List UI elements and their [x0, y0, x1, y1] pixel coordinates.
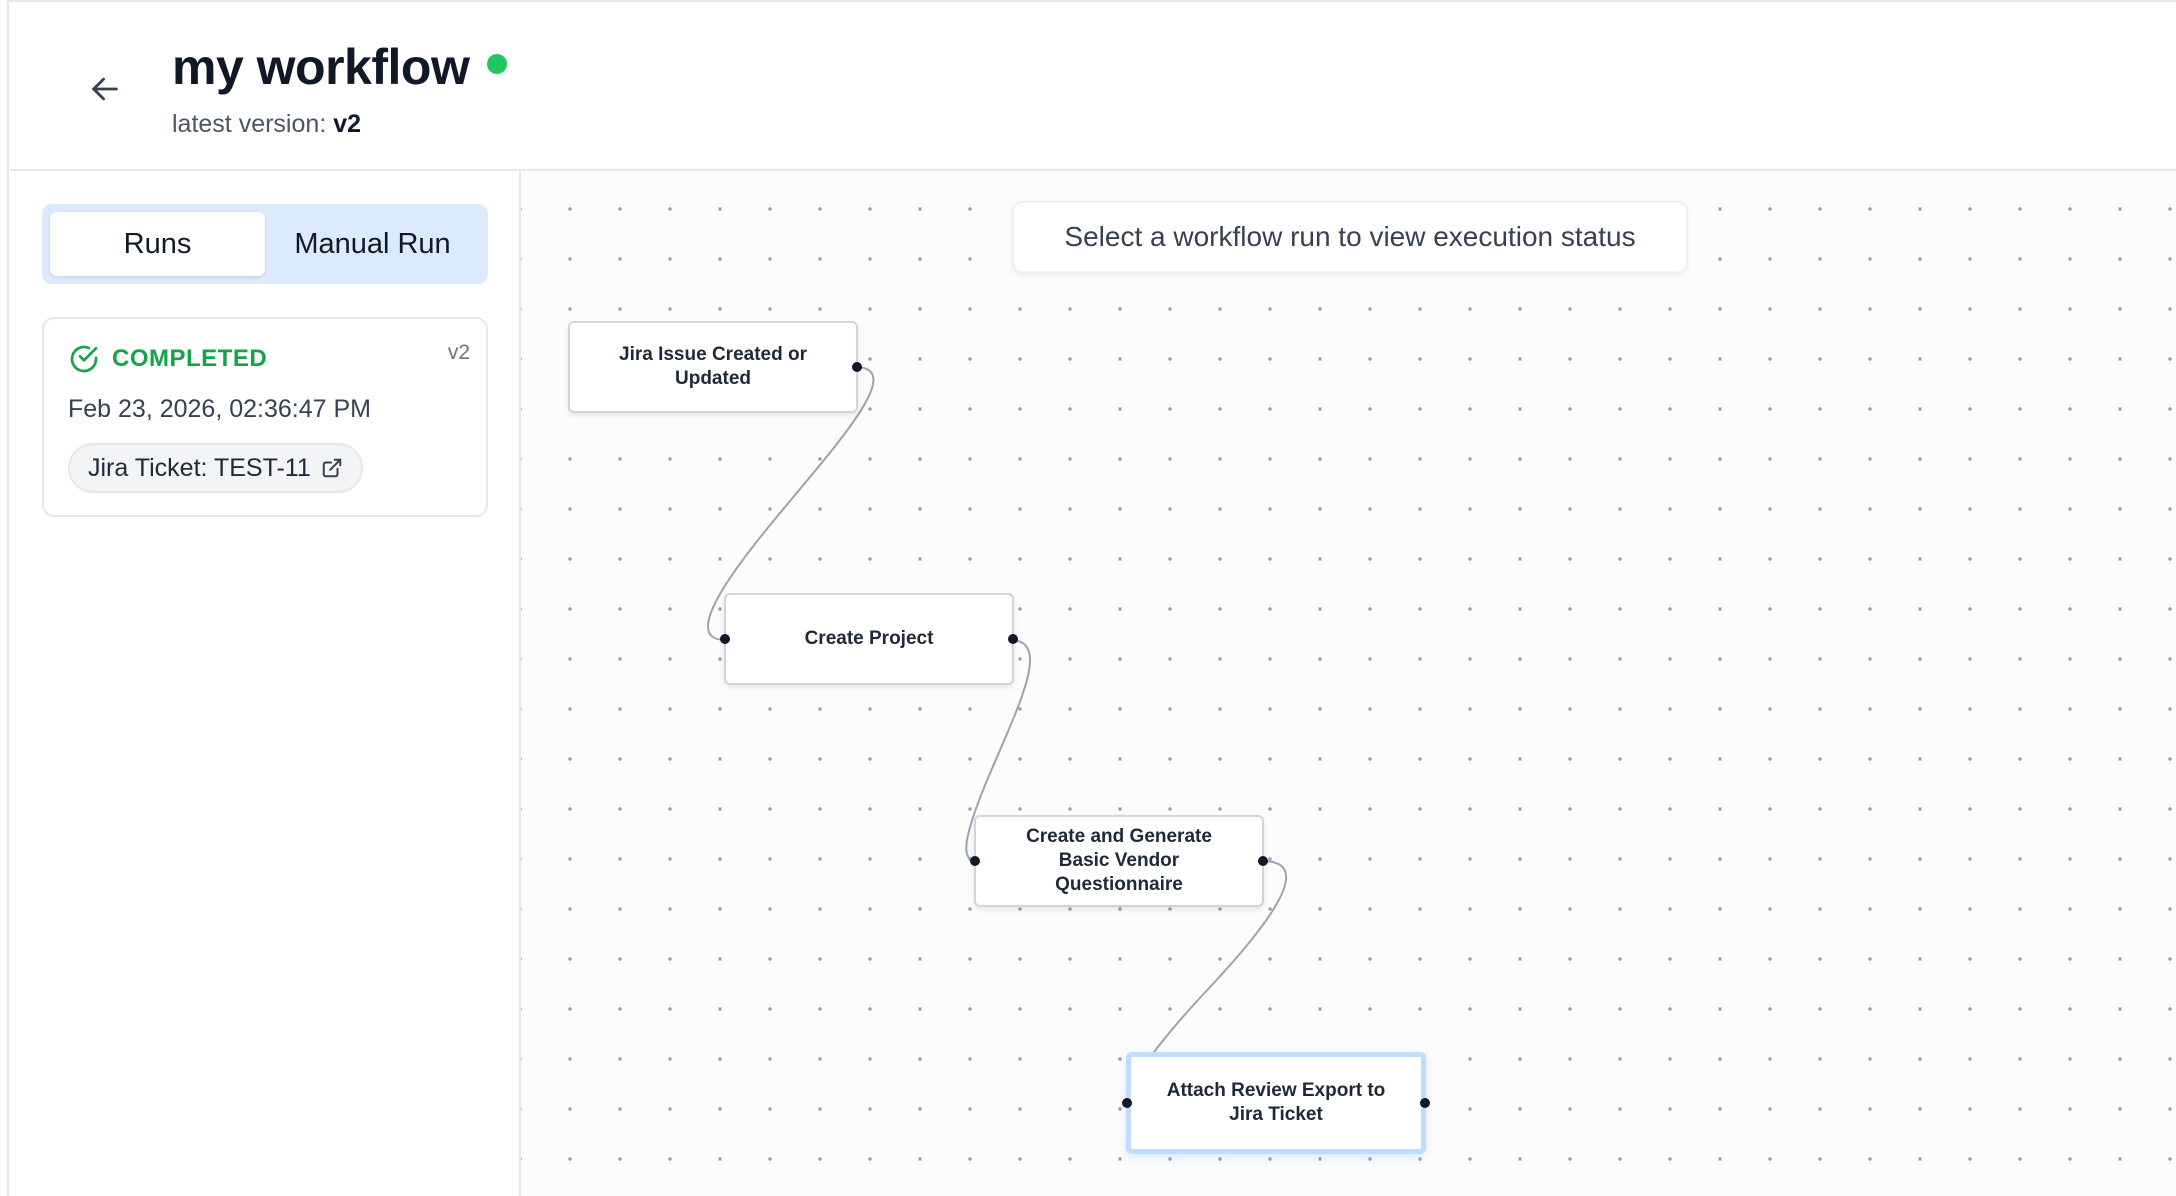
- input-handle[interactable]: [1122, 1098, 1132, 1108]
- workflow-node-attach-export[interactable]: Attach Review Export to Jira Ticket: [1122, 1052, 1430, 1154]
- run-card[interactable]: COMPLETED v2 Feb 23, 2026, 02:36:47 PM J…: [42, 317, 488, 517]
- input-handle[interactable]: [970, 856, 980, 866]
- version-label: latest version:: [172, 110, 327, 138]
- jira-ticket-link[interactable]: Jira Ticket: TEST-11: [68, 443, 363, 493]
- tab-runs[interactable]: Runs: [50, 212, 265, 276]
- run-status-label: COMPLETED: [112, 345, 268, 372]
- run-status: COMPLETED: [68, 343, 267, 375]
- arrow-left-icon: [92, 77, 118, 101]
- page-title: my workflow: [172, 39, 470, 95]
- node-label: Create Project: [804, 628, 934, 649]
- output-handle[interactable]: [1008, 634, 1018, 644]
- output-handle[interactable]: [1258, 856, 1268, 866]
- workflow-node-jira-trigger[interactable]: Jira Issue Created or Updated: [568, 321, 862, 413]
- node-label: Create and Generate Basic Vendor Questio…: [1026, 826, 1212, 895]
- version-value: v2: [333, 110, 362, 138]
- latest-version: latest version: v2: [172, 110, 507, 139]
- node-label: Attach Review Export to Jira Ticket: [1166, 1080, 1386, 1125]
- title-block: my workflow latest version: v2: [172, 36, 508, 139]
- node-label: Jira Issue Created or Updated: [619, 344, 807, 389]
- input-handle[interactable]: [720, 634, 730, 644]
- workflow-node-vendor-questionnaire[interactable]: Create and Generate Basic Vendor Questio…: [970, 815, 1268, 907]
- runs-sidebar: Runs Manual Run COMPLETED v2 Feb 23, 202…: [10, 171, 521, 1196]
- execution-status-hint: Select a workflow run to view execution …: [1012, 201, 1688, 273]
- workflow-node-create-project[interactable]: Create Project: [720, 593, 1018, 685]
- workflow-canvas[interactable]: Select a workflow run to view execution …: [521, 171, 2176, 1196]
- run-version: v2: [447, 341, 470, 364]
- sidebar-tabs: Runs Manual Run: [42, 204, 488, 284]
- check-circle-icon: [70, 345, 98, 373]
- output-handle[interactable]: [852, 362, 862, 372]
- run-timestamp: Feb 23, 2026, 02:36:47 PM: [68, 395, 371, 423]
- active-status-dot: [487, 54, 508, 74]
- external-link-icon: [322, 458, 342, 478]
- page-header: my workflow latest version: v2: [10, 2, 2176, 171]
- tab-manual-run[interactable]: Manual Run: [265, 212, 480, 276]
- back-button[interactable]: [72, 62, 138, 116]
- left-border: [0, 0, 9, 1196]
- ticket-label: Jira Ticket: TEST-11: [88, 453, 311, 482]
- output-handle[interactable]: [1420, 1098, 1430, 1108]
